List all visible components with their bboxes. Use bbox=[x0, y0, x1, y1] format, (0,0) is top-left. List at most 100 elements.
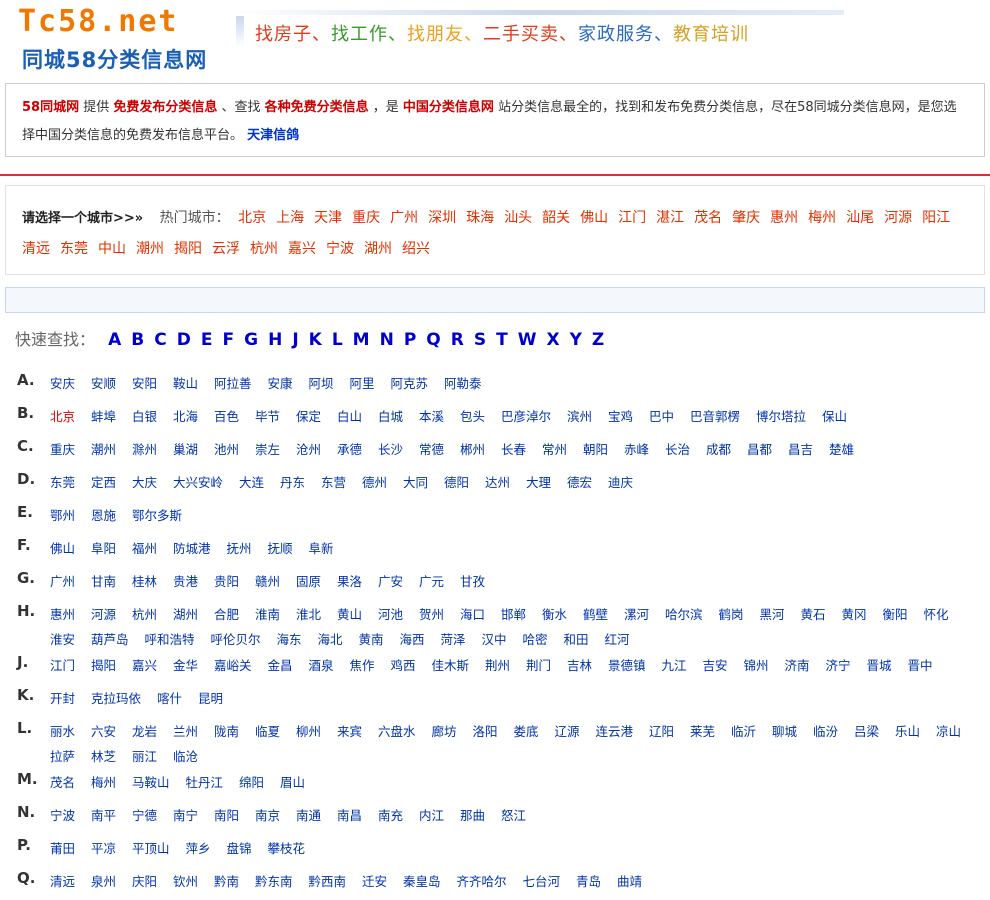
city-link[interactable]: 沧州 bbox=[296, 442, 321, 457]
city-link[interactable]: 淮北 bbox=[296, 607, 321, 622]
city-link[interactable]: 红河 bbox=[605, 632, 630, 647]
city-link[interactable]: 南通 bbox=[296, 808, 321, 823]
quick-find-letter-h[interactable]: H bbox=[268, 330, 282, 350]
city-link[interactable]: 揭阳 bbox=[91, 658, 116, 673]
city-link[interactable]: 嘉峪关 bbox=[214, 658, 252, 673]
city-link[interactable]: 广州 bbox=[50, 574, 75, 589]
city-link[interactable]: 丽江 bbox=[132, 749, 157, 764]
city-link[interactable]: 河池 bbox=[378, 607, 403, 622]
quick-find-letter-y[interactable]: Y bbox=[570, 330, 582, 350]
city-link[interactable]: 安顺 bbox=[91, 376, 116, 391]
city-link[interactable]: 江门 bbox=[50, 658, 75, 673]
city-link[interactable]: 陇南 bbox=[214, 724, 239, 739]
city-link[interactable]: 钦州 bbox=[173, 874, 198, 889]
city-link[interactable]: 赣州 bbox=[255, 574, 280, 589]
city-link[interactable]: 黔西南 bbox=[309, 874, 347, 889]
hot-city-link[interactable]: 嘉兴 bbox=[288, 241, 316, 257]
city-link[interactable]: 吉林 bbox=[567, 658, 592, 673]
city-link[interactable]: 临沂 bbox=[731, 724, 756, 739]
city-link[interactable]: 攀枝花 bbox=[268, 841, 306, 856]
city-link[interactable]: 衡阳 bbox=[883, 607, 908, 622]
hot-city-link[interactable]: 珠海 bbox=[466, 210, 494, 226]
city-link[interactable]: 大庆 bbox=[132, 475, 157, 490]
city-link[interactable]: 萍乡 bbox=[186, 841, 211, 856]
city-link[interactable]: 崇左 bbox=[255, 442, 280, 457]
city-link[interactable]: 鄂尔多斯 bbox=[132, 508, 182, 523]
intro-keyword-link[interactable]: 中国分类信息网 bbox=[403, 100, 494, 115]
city-link[interactable]: 黔南 bbox=[214, 874, 239, 889]
city-link[interactable]: 齐齐哈尔 bbox=[457, 874, 507, 889]
city-link[interactable]: 惠州 bbox=[50, 607, 75, 622]
hot-city-link[interactable]: 中山 bbox=[98, 241, 126, 257]
city-link[interactable]: 南宁 bbox=[173, 808, 198, 823]
hot-city-link[interactable]: 揭阳 bbox=[174, 241, 202, 257]
city-link[interactable]: 阜阳 bbox=[91, 541, 116, 556]
city-link[interactable]: 阿勒泰 bbox=[444, 376, 482, 391]
city-link[interactable]: 阜新 bbox=[309, 541, 334, 556]
city-link[interactable]: 广安 bbox=[378, 574, 403, 589]
city-link[interactable]: 焦作 bbox=[350, 658, 375, 673]
site-logo-subtitle[interactable]: 同城58分类信息网 bbox=[22, 44, 207, 74]
quick-find-letter-f[interactable]: F bbox=[222, 330, 234, 350]
city-link[interactable]: 开封 bbox=[50, 691, 75, 706]
slogan-item[interactable]: 教育培训 bbox=[673, 24, 749, 45]
quick-find-letter-p[interactable]: P bbox=[404, 330, 416, 350]
hot-city-link[interactable]: 天津 bbox=[314, 210, 342, 226]
slogan-item[interactable]: 找房子 bbox=[255, 24, 312, 45]
city-link[interactable]: 龙岩 bbox=[132, 724, 157, 739]
quick-find-letter-z[interactable]: Z bbox=[592, 330, 604, 350]
city-link[interactable]: 洛阳 bbox=[473, 724, 498, 739]
city-link[interactable]: 盘锦 bbox=[227, 841, 252, 856]
city-link[interactable]: 鹤壁 bbox=[583, 607, 608, 622]
city-link[interactable]: 保山 bbox=[822, 409, 847, 424]
city-link[interactable]: 重庆 bbox=[50, 442, 75, 457]
hot-city-link[interactable]: 韶关 bbox=[542, 210, 570, 226]
quick-find-letter-b[interactable]: B bbox=[131, 330, 144, 350]
city-link[interactable]: 凉山 bbox=[936, 724, 961, 739]
city-link[interactable]: 常州 bbox=[542, 442, 567, 457]
city-link[interactable]: 黄山 bbox=[337, 607, 362, 622]
city-link[interactable]: 宁德 bbox=[132, 808, 157, 823]
quick-find-letter-s[interactable]: S bbox=[474, 330, 486, 350]
city-link[interactable]: 晋中 bbox=[908, 658, 933, 673]
city-link[interactable]: 佳木斯 bbox=[432, 658, 470, 673]
intro-keyword-link[interactable]: 天津信鸽 bbox=[247, 128, 299, 143]
city-link[interactable]: 长治 bbox=[665, 442, 690, 457]
city-link[interactable]: 克拉玛依 bbox=[91, 691, 141, 706]
city-link[interactable]: 佛山 bbox=[50, 541, 75, 556]
city-link[interactable]: 济宁 bbox=[826, 658, 851, 673]
city-link[interactable]: 金昌 bbox=[268, 658, 293, 673]
city-link[interactable]: 莆田 bbox=[50, 841, 75, 856]
city-link[interactable]: 白山 bbox=[337, 409, 362, 424]
city-link[interactable]: 酒泉 bbox=[309, 658, 334, 673]
city-link[interactable]: 甘孜 bbox=[460, 574, 485, 589]
city-link[interactable]: 百色 bbox=[214, 409, 239, 424]
city-link[interactable]: 宝鸡 bbox=[608, 409, 633, 424]
hot-city-link[interactable]: 佛山 bbox=[580, 210, 608, 226]
intro-keyword-link[interactable]: 免费发布分类信息 bbox=[113, 100, 217, 115]
city-link[interactable]: 大连 bbox=[239, 475, 264, 490]
city-link[interactable]: 柳州 bbox=[296, 724, 321, 739]
city-link[interactable]: 内江 bbox=[419, 808, 444, 823]
hot-city-link[interactable]: 东莞 bbox=[60, 241, 88, 257]
city-link[interactable]: 荆门 bbox=[526, 658, 551, 673]
city-link[interactable]: 九江 bbox=[662, 658, 687, 673]
city-link[interactable]: 北京 bbox=[50, 409, 75, 424]
city-link[interactable]: 七台河 bbox=[523, 874, 561, 889]
hot-city-link[interactable]: 肇庆 bbox=[732, 210, 760, 226]
city-link[interactable]: 怒江 bbox=[501, 808, 526, 823]
city-link[interactable]: 南阳 bbox=[214, 808, 239, 823]
city-link[interactable]: 广元 bbox=[419, 574, 444, 589]
city-link[interactable]: 白城 bbox=[378, 409, 403, 424]
city-link[interactable]: 博尔塔拉 bbox=[756, 409, 806, 424]
city-link[interactable]: 金华 bbox=[173, 658, 198, 673]
quick-find-letter-a[interactable]: A bbox=[108, 330, 121, 350]
city-link[interactable]: 辽阳 bbox=[649, 724, 674, 739]
city-link[interactable]: 林芝 bbox=[91, 749, 116, 764]
city-link[interactable]: 平凉 bbox=[91, 841, 116, 856]
city-link[interactable]: 固原 bbox=[296, 574, 321, 589]
city-link[interactable]: 抚顺 bbox=[268, 541, 293, 556]
city-link[interactable]: 安阳 bbox=[132, 376, 157, 391]
city-link[interactable]: 临沧 bbox=[173, 749, 198, 764]
city-link[interactable]: 成都 bbox=[706, 442, 731, 457]
